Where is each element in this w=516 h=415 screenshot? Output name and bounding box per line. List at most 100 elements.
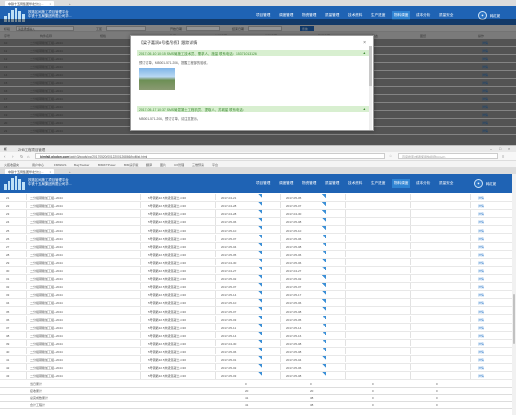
detail-link[interactable]: 详情: [478, 229, 484, 233]
flag-icon: [322, 291, 326, 295]
cell-border: [26, 242, 27, 249]
collapse-icon[interactable]: ▲: [363, 107, 366, 111]
row-issue-date: 2017-04-30: [286, 212, 302, 217]
nav-item[interactable]: 物资管理: [302, 181, 316, 187]
flag-icon: [258, 356, 262, 360]
detail-link[interactable]: 详情: [478, 204, 484, 208]
reload-icon[interactable]: ↻: [20, 154, 23, 159]
detail-link[interactable]: 详情: [478, 301, 484, 305]
close-window-icon[interactable]: ×: [508, 147, 510, 151]
row-no: 22: [6, 204, 10, 209]
close-tab-icon[interactable]: ×: [50, 2, 52, 6]
back-icon[interactable]: ‹: [4, 154, 6, 159]
nav-item[interactable]: 调度管理: [279, 181, 293, 187]
flag-icon: [322, 331, 326, 336]
page-scrollbar[interactable]: [512, 174, 516, 415]
row-spec: 5号钢筋32.5米级混凝土-C30: [148, 236, 187, 241]
detail-link[interactable]: 详情: [478, 253, 484, 257]
detail-link[interactable]: 详情: [478, 358, 484, 362]
modal-scrollbar[interactable]: [369, 46, 372, 130]
nav-item-active[interactable]: 物料调度: [392, 179, 411, 188]
cell-border: [140, 315, 141, 322]
timeline-entry-header[interactable]: 2017-05-17 10:37 SMS局混凝土工程机员、提取人、苏城星 联系电…: [137, 106, 369, 112]
detail-link[interactable]: 详情: [478, 220, 484, 224]
flag-icon: [322, 258, 326, 263]
nav-item[interactable]: 生产进度: [371, 181, 385, 187]
maximize-icon[interactable]: □: [499, 147, 501, 151]
cell-border: [470, 323, 471, 330]
nav-item[interactable]: 项目管理: [256, 181, 270, 187]
row-no: 38: [6, 333, 10, 338]
url-field[interactable]: bimfall.glodon.com/api/v3/goals/pc/20170…: [35, 153, 385, 160]
detail-link[interactable]: 详情: [478, 196, 484, 200]
scrollbar-thumb[interactable]: [512, 294, 516, 344]
detail-link[interactable]: 详情: [478, 212, 484, 216]
home-icon[interactable]: ⌂: [27, 154, 29, 159]
row-issue-date: 2017-04-27: [286, 269, 302, 274]
bookmark[interactable]: 翻译: [146, 163, 152, 167]
user-name[interactable]: 韩红妮: [486, 181, 496, 186]
row-name: 二分组钢筋加工组--2044: [30, 285, 63, 290]
detail-link[interactable]: 详情: [478, 342, 484, 346]
summary-value: 0: [372, 389, 374, 394]
nav-item[interactable]: 质量管理: [325, 181, 339, 187]
close-icon[interactable]: ×: [363, 40, 366, 46]
star-icon[interactable]: ☆: [389, 154, 392, 158]
cell-border: [26, 218, 27, 225]
close-tab-icon[interactable]: ×: [50, 170, 52, 174]
bookmark[interactable]: BIM/FTPuser: [98, 163, 116, 167]
collapse-icon[interactable]: ▲: [363, 51, 366, 55]
cell-border: [280, 347, 281, 355]
cell-border: [280, 372, 281, 379]
detail-link[interactable]: 详情: [478, 261, 484, 265]
timeline-entry-header[interactable]: 2017-05-10 10:15 SMS局施工技术员、需求人、施量 联系电话：1…: [137, 50, 369, 56]
bookmark[interactable]: CX管理: [174, 163, 184, 167]
detail-link[interactable]: 详情: [478, 366, 484, 370]
cell-border: [410, 307, 411, 314]
menu-icon[interactable]: ≡: [502, 154, 504, 159]
bookmark[interactable]: 图片: [160, 163, 166, 167]
detail-link[interactable]: 详情: [478, 374, 484, 378]
detail-link[interactable]: 详情: [478, 277, 484, 281]
detail-link[interactable]: 详情: [478, 245, 484, 249]
detail-link[interactable]: 详情: [478, 285, 484, 289]
site-photo[interactable]: [139, 68, 175, 90]
bookmark[interactable]: 火狐收藏夹: [4, 163, 19, 167]
bookmark[interactable]: 用户中心: [32, 163, 44, 167]
cell-border: [345, 226, 346, 233]
detail-link[interactable]: 详情: [478, 293, 484, 297]
user-name[interactable]: 韩红妮: [490, 13, 500, 18]
nav-item[interactable]: 质量安全: [439, 181, 453, 187]
detail-link[interactable]: 详情: [478, 310, 484, 314]
detail-link[interactable]: 详情: [478, 269, 484, 273]
detail-link[interactable]: 详情: [478, 326, 484, 330]
bookmark[interactable]: BIM演示版: [124, 163, 138, 167]
avatar[interactable]: ◉: [474, 179, 483, 188]
nav-item[interactable]: 成本分析: [416, 181, 430, 187]
bookmark[interactable]: FMWGIS: [54, 163, 66, 167]
entry-header-text: 2017-05-10 10:15 SMS局施工技术员、需求人、施量 联系电话：1…: [139, 52, 257, 57]
brand: 铁路区间施工项目管理平台 中铁十五局集团有限公司华...: [28, 10, 72, 18]
scrollbar-thumb[interactable]: [369, 46, 372, 86]
table-row: 27 二分组钢筋加工组--2044 5号钢筋32.5米级混凝土-C30 2017-05…: [0, 242, 512, 251]
forward-icon[interactable]: ›: [12, 154, 14, 159]
detail-link[interactable]: 详情: [478, 334, 484, 338]
search-input[interactable]: 百度搜索(或者使用快捷键Ctrl+K): [398, 153, 498, 160]
nav-item[interactable]: 技术资料: [348, 181, 362, 187]
detail-link[interactable]: 详情: [478, 318, 484, 322]
flag-icon: [258, 210, 262, 214]
detail-link[interactable]: 详情: [478, 237, 484, 241]
cell-border: [140, 226, 141, 233]
cell-border: [26, 291, 27, 298]
detail-link[interactable]: 详情: [478, 350, 484, 354]
cell-border: [215, 356, 216, 363]
minimize-icon[interactable]: –: [490, 147, 492, 151]
cell-border: [140, 331, 141, 339]
cell-border: [215, 202, 216, 209]
bookmark[interactable]: 平台: [212, 163, 218, 167]
cell-border: [215, 315, 216, 322]
bookmark[interactable]: BugTracker: [74, 163, 89, 167]
url-host: bimfall.glodon.com: [40, 155, 70, 160]
bookmark[interactable]: 三维预演: [192, 163, 204, 167]
summary-value: 41: [245, 396, 249, 401]
